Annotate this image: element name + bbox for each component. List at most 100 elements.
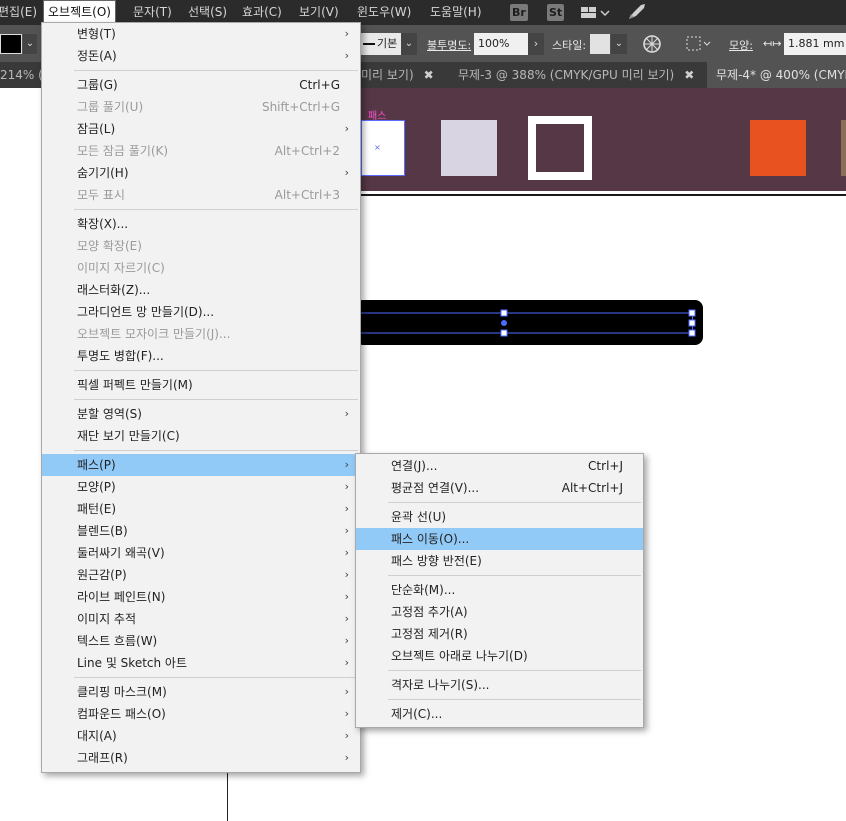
menu-item-shortcut: Ctrl+J bbox=[588, 459, 623, 473]
menu-item-label: 모든 잠금 풀기(K) bbox=[77, 144, 169, 158]
tab-label: 미리 보기) bbox=[361, 68, 414, 82]
recolor-icon[interactable] bbox=[642, 34, 662, 57]
menu-item-label: 재단 보기 만들기(C) bbox=[77, 429, 180, 443]
tab-label: 무제-4* @ 400% (CMYK bbox=[716, 68, 846, 82]
object-menu-item-그룹[interactable]: 그룹(G) Ctrl+G bbox=[42, 74, 360, 96]
object-menu-item-텍스트-흐름[interactable]: 텍스트 흐름(W) › bbox=[42, 630, 360, 652]
object-menu-item-래스터화[interactable]: 래스터화(Z)... bbox=[42, 279, 360, 301]
workspace-layout-icon[interactable] bbox=[580, 5, 610, 24]
object-menu-item-그라디언트-망-만들기[interactable]: 그라디언트 망 만들기(D)... bbox=[42, 301, 360, 323]
object-menu-item-대지[interactable]: 대지(A) › bbox=[42, 725, 360, 747]
style-swatch[interactable] bbox=[590, 34, 610, 54]
object-menu-item-그룹-풀기: 그룹 풀기(U) Shift+Ctrl+G bbox=[42, 96, 360, 118]
tab-doc-4[interactable]: 무제-4* @ 400% (CMYK bbox=[707, 62, 846, 88]
object-menu-item-원근감[interactable]: 원근감(P) › bbox=[42, 564, 360, 586]
align-icon[interactable] bbox=[684, 34, 712, 57]
stroke-style-dropdown-icon[interactable]: ⌄ bbox=[401, 33, 417, 55]
object-menu-item-그래프[interactable]: 그래프(R) › bbox=[42, 747, 360, 769]
tab-doc-3[interactable]: 무제-3 @ 388% (CMYK/GPU 미리 보기) ✖ bbox=[458, 62, 703, 88]
bridge-icon[interactable]: Br bbox=[510, 4, 528, 21]
orange-swatch[interactable] bbox=[750, 120, 806, 176]
menu-item-label: 원근감(P) bbox=[77, 568, 127, 582]
style-dropdown-icon[interactable]: ⌄ bbox=[611, 34, 627, 54]
object-menu-item-이미지-추적[interactable]: 이미지 추적 › bbox=[42, 608, 360, 630]
menu-separator bbox=[74, 677, 358, 678]
object-menu-item-숨기기[interactable]: 숨기기(H) › bbox=[42, 162, 360, 184]
fill-swatch[interactable] bbox=[0, 34, 22, 54]
submenu-arrow-icon: › bbox=[344, 166, 349, 179]
submenu-arrow-icon: › bbox=[344, 729, 349, 742]
object-menu-item-픽셀-퍼펙트-만들기[interactable]: 픽셀 퍼펙트 만들기(M) bbox=[42, 374, 360, 396]
object-menu-item-블렌드[interactable]: 블렌드(B) › bbox=[42, 520, 360, 542]
stroke-style-label: 기본 bbox=[377, 37, 398, 50]
path-submenu-item-오브젝트-아래로-나누기[interactable]: 오브젝트 아래로 나누기(D) bbox=[356, 645, 643, 667]
center-point-icon: × bbox=[374, 143, 381, 152]
object-menu-item-변형[interactable]: 변형(T) › bbox=[42, 23, 360, 45]
selection-bounding-box bbox=[355, 309, 696, 337]
menu-item-label: 그래프(R) bbox=[77, 751, 128, 765]
path-submenu-item-윤곽-선[interactable]: 윤곽 선(U) bbox=[356, 506, 643, 528]
path-submenu-item-제거[interactable]: 제거(C)... bbox=[356, 703, 643, 725]
object-menu-item-분할-영역[interactable]: 분할 영역(S) › bbox=[42, 403, 360, 425]
path-submenu-item-고정점-제거[interactable]: 고정점 제거(R) bbox=[356, 623, 643, 645]
menu-object[interactable]: 오브젝트(O) bbox=[43, 0, 116, 24]
opacity-input[interactable]: 100% bbox=[474, 33, 528, 55]
path-submenu-item-연결[interactable]: 연결(J)... Ctrl+J bbox=[356, 455, 643, 477]
menu-item-label: 변형(T) bbox=[77, 27, 116, 41]
opacity-label: 불투명도: bbox=[427, 39, 472, 52]
stroke-style-select[interactable]: 기본 bbox=[361, 33, 401, 55]
tab-doc-2[interactable]: 미리 보기) ✖ bbox=[361, 62, 445, 88]
width-input[interactable]: 1.881 mm bbox=[784, 33, 846, 55]
lavender-swatch[interactable] bbox=[441, 120, 497, 176]
fill-dropdown-icon[interactable]: ⌄ bbox=[23, 34, 37, 54]
path-submenu-item-패스-방향-반전[interactable]: 패스 방향 반전(E) bbox=[356, 550, 643, 572]
submenu-arrow-icon: › bbox=[344, 656, 349, 669]
artboard-guide-line bbox=[227, 772, 228, 821]
menu-item-shortcut: Shift+Ctrl+G bbox=[261, 100, 340, 114]
object-menu-item-둘러싸기-왜곡[interactable]: 둘러싸기 왜곡(V) › bbox=[42, 542, 360, 564]
object-menu-item-컴파운드-패스[interactable]: 컴파운드 패스(O) › bbox=[42, 703, 360, 725]
object-menu-item-확장[interactable]: 확장(X)... bbox=[42, 213, 360, 235]
menu-edit[interactable]: 편집(E) bbox=[0, 0, 41, 25]
tab-doc-1[interactable]: 214% ( bbox=[0, 62, 42, 88]
swatch-band: 패스 × bbox=[361, 88, 846, 191]
path-submenu-item-패스-이동[interactable]: 패스 이동(O)... bbox=[356, 528, 643, 550]
menu-window[interactable]: 윈도우(W) bbox=[353, 0, 415, 25]
object-menu-item-라이브-페인트[interactable]: 라이브 페인트(N) › bbox=[42, 586, 360, 608]
submenu-arrow-icon: › bbox=[344, 612, 349, 625]
opacity-arrow-icon[interactable]: › bbox=[528, 33, 544, 55]
menu-item-label: 이미지 자르기(C) bbox=[77, 261, 165, 275]
object-menu-item-재단-보기-만들기[interactable]: 재단 보기 만들기(C) bbox=[42, 425, 360, 447]
object-menu-item-잠금[interactable]: 잠금(L) › bbox=[42, 118, 360, 140]
object-menu-item-Line-및-Sketch-아트[interactable]: Line 및 Sketch 아트 › bbox=[42, 652, 360, 674]
close-icon[interactable]: ✖ bbox=[684, 68, 694, 82]
menu-item-label: 격자로 나누기(S)... bbox=[391, 678, 490, 692]
rocket-icon[interactable] bbox=[627, 3, 647, 24]
path-submenu-item-평균점-연결[interactable]: 평균점 연결(V)... Alt+Ctrl+J bbox=[356, 477, 643, 499]
menu-help[interactable]: 도움말(H) bbox=[426, 0, 486, 25]
object-menu-item-클리핑-마스크[interactable]: 클리핑 마스크(M) › bbox=[42, 681, 360, 703]
menu-item-label: 클리핑 마스크(M) bbox=[77, 685, 167, 699]
menu-item-label: 그룹(G) bbox=[77, 78, 118, 92]
object-menu-item-패스[interactable]: 패스(P) › bbox=[42, 454, 360, 476]
path-submenu-item-단순화[interactable]: 단순화(M)... bbox=[356, 579, 643, 601]
submenu-arrow-icon: › bbox=[344, 568, 349, 581]
menu-item-shortcut: Alt+Ctrl+3 bbox=[274, 188, 340, 202]
menu-item-label: 이미지 추적 bbox=[77, 612, 137, 626]
menu-separator bbox=[388, 502, 641, 503]
object-menu-item-모양[interactable]: 모양(P) › bbox=[42, 476, 360, 498]
path-submenu-item-고정점-추가[interactable]: 고정점 추가(A) bbox=[356, 601, 643, 623]
object-menu-item-패턴[interactable]: 패턴(E) › bbox=[42, 498, 360, 520]
selected-swatch[interactable]: × bbox=[361, 120, 405, 176]
path-submenu-item-격자로-나누기[interactable]: 격자로 나누기(S)... bbox=[356, 674, 643, 696]
close-icon[interactable]: ✖ bbox=[424, 68, 434, 82]
outline-square-swatch[interactable] bbox=[528, 116, 592, 180]
stroke-line-icon bbox=[363, 43, 375, 45]
object-menu-item-투명도-병합[interactable]: 투명도 병합(F)... bbox=[42, 345, 360, 367]
submenu-arrow-icon: › bbox=[344, 480, 349, 493]
object-menu-item-정돈[interactable]: 정돈(A) › bbox=[42, 45, 360, 67]
menu-item-label: 잠금(L) bbox=[77, 122, 116, 136]
object-menu-item-이미지-자르기: 이미지 자르기(C) bbox=[42, 257, 360, 279]
stock-icon[interactable]: St bbox=[547, 4, 565, 21]
brown-swatch[interactable] bbox=[841, 120, 846, 176]
